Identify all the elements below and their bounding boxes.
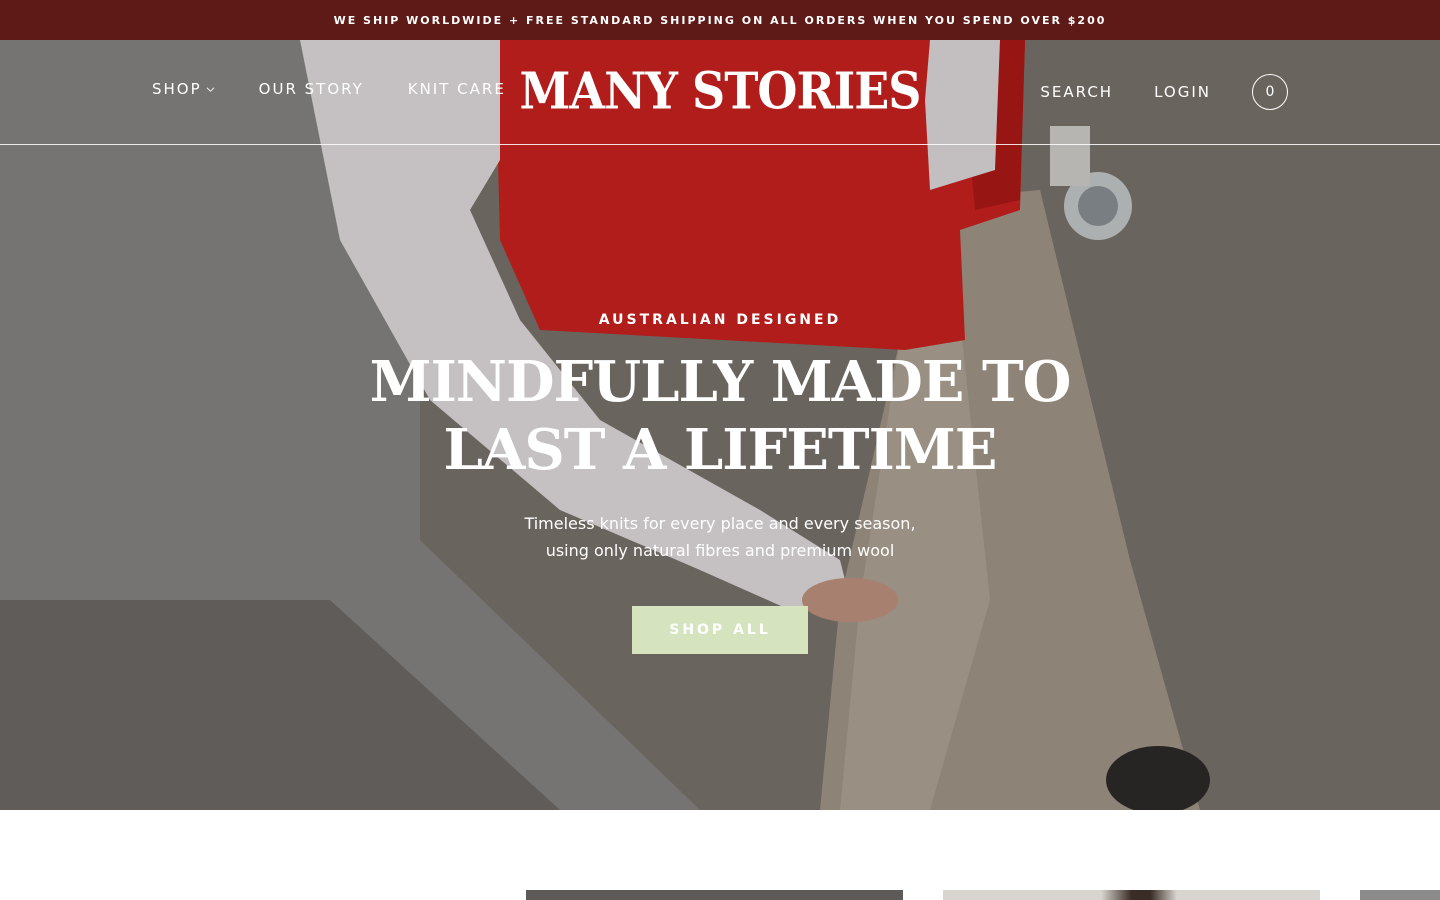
collection-thumbnail-3[interactable] — [1360, 890, 1440, 900]
shop-all-button[interactable]: SHOP ALL — [632, 606, 808, 654]
site-header: SHOP OUR STORY KNIT CARE MANY STORIES SE… — [0, 40, 1440, 145]
announcement-text: WE SHIP WORLDWIDE + FREE STANDARD SHIPPI… — [333, 13, 1107, 27]
utility-nav: SEARCH LOGIN 0 — [1040, 74, 1288, 110]
hero-section: SHOP OUR STORY KNIT CARE MANY STORIES SE… — [0, 40, 1440, 810]
search-link[interactable]: SEARCH — [1040, 83, 1113, 101]
login-link[interactable]: LOGIN — [1154, 83, 1211, 101]
hero-headline: MINDFULLY MADE TO LAST A LIFETIME — [0, 348, 1440, 484]
search-link-label: SEARCH — [1040, 83, 1114, 101]
hero-subline-line-1: Timeless knits for every place and every… — [524, 514, 916, 533]
login-link-label: LOGIN — [1154, 83, 1211, 101]
collection-thumbnail-1[interactable] — [526, 890, 903, 900]
hero-headline-line-2: LAST A LIFETIME — [443, 417, 998, 483]
cart-count: 0 — [1265, 84, 1275, 100]
hero-headline-line-1: MINDFULLY MADE TO — [369, 349, 1072, 415]
hero-eyebrow: AUSTRALIAN DESIGNED — [598, 312, 842, 328]
collection-thumbnail-2[interactable] — [943, 890, 1320, 900]
cart-button[interactable]: 0 — [1252, 74, 1288, 110]
hero-subline: Timeless knits for every place and every… — [480, 510, 960, 564]
announcement-bar: WE SHIP WORLDWIDE + FREE STANDARD SHIPPI… — [0, 0, 1440, 40]
hero-subline-line-2: using only natural fibres and premium wo… — [545, 541, 895, 560]
hero-content: AUSTRALIAN DESIGNED MINDFULLY MADE TO LA… — [0, 312, 1440, 654]
